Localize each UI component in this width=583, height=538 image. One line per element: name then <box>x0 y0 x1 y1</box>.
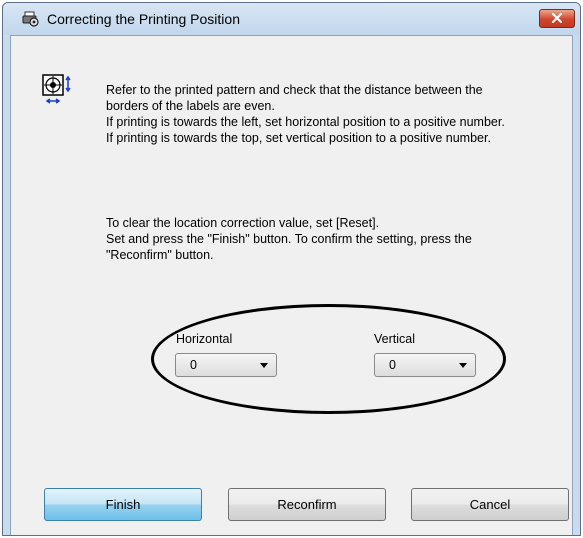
note-line: To clear the location correction value, … <box>106 216 380 230</box>
crosshair-position-icon <box>42 74 74 106</box>
notes-text: To clear the location correction value, … <box>106 215 472 263</box>
window-title: Correcting the Printing Position <box>47 11 240 27</box>
reconfirm-button[interactable]: Reconfirm <box>228 488 386 521</box>
horizontal-dropdown[interactable]: 0 <box>175 353 277 377</box>
vertical-dropdown[interactable]: 0 <box>374 353 476 377</box>
close-icon <box>551 12 563 26</box>
instruction-line: borders of the labels are even. <box>106 99 275 113</box>
instruction-text: Refer to the printed pattern and check t… <box>106 82 505 146</box>
cancel-button[interactable]: Cancel <box>411 488 569 521</box>
note-line: Set and press the "Finish" button. To co… <box>106 232 472 246</box>
horizontal-label: Horizontal <box>176 332 233 346</box>
finish-button[interactable]: Finish <box>44 488 202 521</box>
printer-gear-icon <box>22 10 40 28</box>
title-bar[interactable]: Correcting the Printing Position <box>3 3 580 35</box>
dialog-body: Refer to the printed pattern and check t… <box>10 35 573 535</box>
close-button[interactable] <box>539 9 575 28</box>
instruction-line: Refer to the printed pattern and check t… <box>106 83 483 97</box>
vertical-value: 0 <box>389 358 396 372</box>
horizontal-value: 0 <box>190 358 197 372</box>
vertical-label: Vertical <box>374 332 415 346</box>
dialog-window: Correcting the Printing Position Refer t… <box>2 2 581 536</box>
instruction-line: If printing is towards the left, set hor… <box>106 115 505 129</box>
note-line: "Reconfirm" button. <box>106 248 214 262</box>
dropdown-arrow-icon <box>459 363 467 368</box>
dropdown-arrow-icon <box>260 363 268 368</box>
instruction-line: If printing is towards the top, set vert… <box>106 131 491 145</box>
